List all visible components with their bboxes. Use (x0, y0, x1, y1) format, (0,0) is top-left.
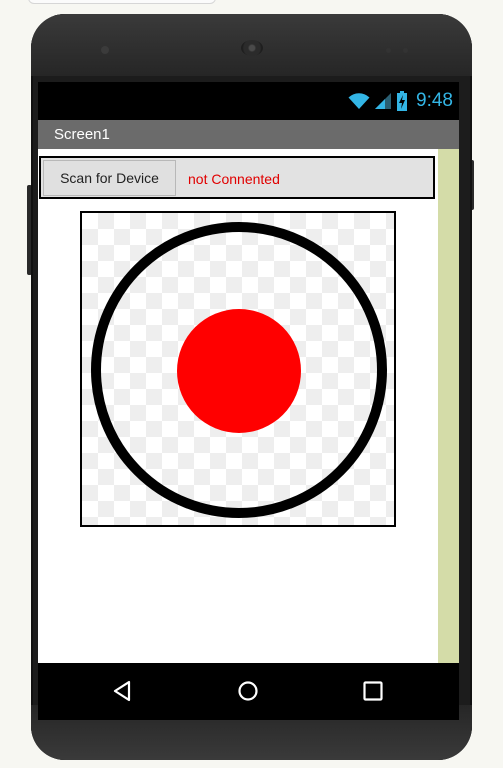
recents-icon[interactable] (361, 679, 385, 703)
clock: 9:48 (416, 90, 453, 111)
title-bar: Screen1 (38, 120, 459, 149)
front-camera (101, 46, 109, 54)
connection-status-label: not Connented (188, 171, 280, 187)
scroll-strip (438, 149, 459, 663)
light-sensor (403, 48, 408, 53)
control-arrangement: Scan for Device not Connented (39, 156, 435, 199)
drawing-canvas[interactable] (80, 211, 396, 527)
status-bar: 9:48 (38, 82, 459, 120)
screen-title: Screen1 (54, 126, 110, 143)
earpiece-speaker (241, 40, 263, 56)
top-tab (28, 0, 216, 4)
scan-for-device-button[interactable]: Scan for Device (43, 160, 176, 196)
battery-icon (397, 91, 408, 111)
signal-icon (375, 93, 392, 109)
phone-frame: 9:48 Screen1 Scan for Device not Connent… (31, 14, 472, 760)
home-icon[interactable] (236, 679, 260, 703)
wifi-icon (348, 93, 370, 109)
canvas-drawing (91, 222, 387, 518)
app-screen: Scan for Device not Connented (38, 149, 459, 663)
navigation-bar (38, 663, 459, 720)
red-ball[interactable] (177, 309, 301, 433)
back-icon[interactable] (111, 679, 135, 703)
proximity-sensor (386, 48, 391, 53)
